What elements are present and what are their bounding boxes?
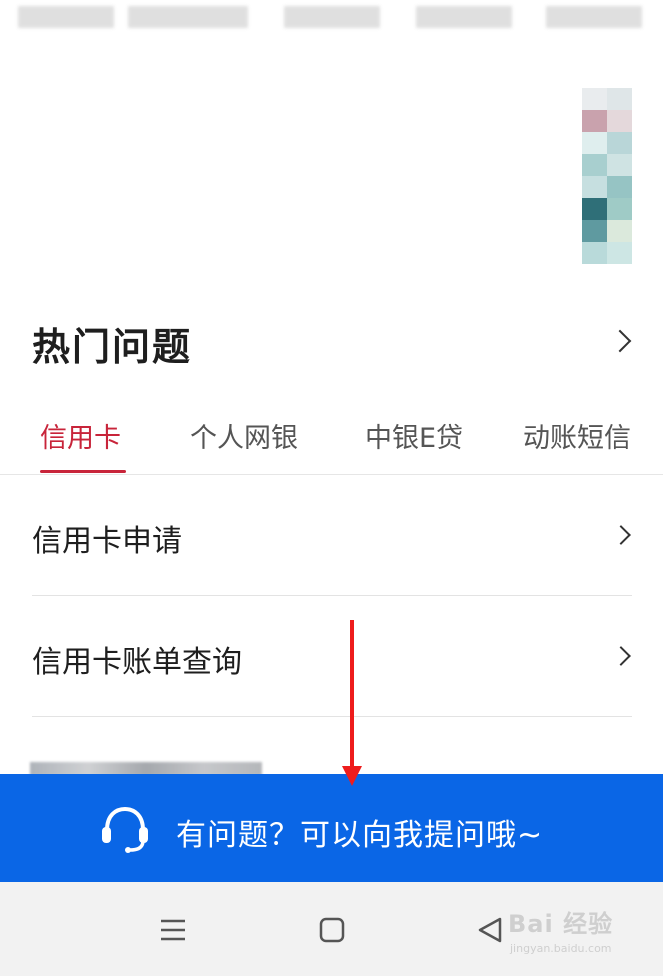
headset-icon xyxy=(102,806,148,853)
ask-question-text: 有问题？可以向我提问哦~ xyxy=(176,818,544,853)
question-credit-card-bill[interactable]: 信用卡账单查询 xyxy=(32,637,242,681)
menu-icon[interactable] xyxy=(153,910,193,950)
blurred-item xyxy=(18,6,114,28)
blurred-item xyxy=(128,6,248,28)
ask-question-bar[interactable]: 有问题？可以向我提问哦~ xyxy=(0,774,663,882)
home-icon[interactable] xyxy=(312,910,352,950)
back-icon[interactable] xyxy=(470,910,510,950)
blurred-banner-image xyxy=(582,88,632,274)
tab-account-sms[interactable]: 动账短信 xyxy=(523,416,631,455)
blurred-item xyxy=(284,6,380,28)
annotation-arrow-line xyxy=(350,620,354,770)
watermark-main-text: Bai 经验 xyxy=(508,910,614,938)
watermark-url: jingyan.baidu.com xyxy=(510,942,612,955)
blurred-top-navigation xyxy=(0,0,663,40)
baidu-jingyan-watermark: Bai 经验 jingyan.baidu.com xyxy=(508,904,614,955)
annotation-arrow-head xyxy=(342,766,362,786)
hot-questions-more-chevron-right-icon[interactable] xyxy=(608,329,632,353)
blurred-item xyxy=(546,6,642,28)
tab-e-loan[interactable]: 中银E贷 xyxy=(365,416,463,455)
question-credit-card-apply[interactable]: 信用卡申请 xyxy=(32,516,182,560)
chevron-right-icon xyxy=(611,646,631,666)
list-divider xyxy=(32,595,632,596)
tab-personal-online-banking[interactable]: 个人网银 xyxy=(190,416,298,455)
question-category-tabs: 信用卡 个人网银 中银E贷 动账短信 xyxy=(0,398,663,475)
blurred-item xyxy=(416,6,512,28)
tab-credit-card[interactable]: 信用卡 xyxy=(40,416,121,455)
active-tab-indicator xyxy=(40,470,126,473)
hot-questions-title: 热门问题 xyxy=(32,325,193,369)
list-divider xyxy=(32,716,632,717)
chevron-right-icon xyxy=(611,525,631,545)
